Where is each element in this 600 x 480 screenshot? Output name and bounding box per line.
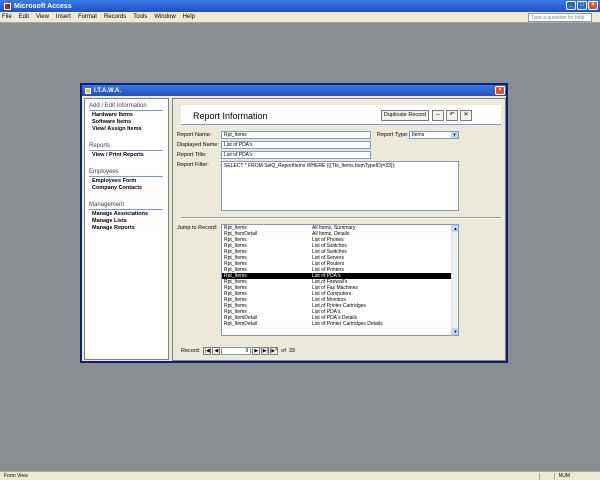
jump-to-record-label: Jump to Record: (177, 225, 218, 231)
sidebar: Add / Edit Information Hardware Items So… (84, 98, 169, 360)
sidebar-item-view-print-reports[interactable]: View / Print Reports (89, 152, 168, 159)
report-filter-label: Report Filter: (177, 162, 209, 168)
list-item[interactable]: Rpt_ItemDetail List of Printer Cartridges… (222, 321, 458, 327)
find-icon[interactable]: ⇔ (432, 110, 444, 121)
next-record-icon[interactable]: ▶ (252, 347, 261, 355)
report-name-label: Report Name: (177, 132, 212, 138)
report-title-field[interactable]: List of PDA's (221, 151, 371, 159)
status-bar: Form View NUM (0, 471, 600, 480)
displayed-name-field[interactable]: List of PDA's (221, 141, 371, 149)
sidebar-item-view-assign-items[interactable]: View/ Assign Items (89, 126, 168, 133)
list-item-report-name: Rpt_ItemDetail (224, 321, 258, 327)
last-record-icon[interactable]: ▶| (261, 347, 270, 355)
sidebar-group-add-edit: Add / Edit Information Hardware Items So… (85, 103, 168, 133)
menu-tools[interactable]: Tools (133, 14, 147, 20)
menu-insert[interactable]: Insert (56, 14, 71, 20)
report-name-field[interactable]: Rpt_Items (221, 131, 371, 139)
jump-to-record-list[interactable]: Rpt_Items All Items, Summary Rpt_ItemDetai… (221, 224, 459, 336)
scroll-up-icon[interactable]: ▲ (452, 225, 458, 232)
duplicate-record-button[interactable]: Duplicate Record (381, 110, 429, 121)
chevron-down-icon[interactable]: ▼ (451, 132, 458, 138)
sidebar-item-software-items[interactable]: Software Items (89, 119, 168, 126)
menu-view[interactable]: View (36, 14, 49, 20)
maximize-button[interactable]: □ (577, 1, 587, 10)
sidebar-item-manage-lists[interactable]: Manage Lists (89, 218, 168, 225)
delete-icon[interactable]: ✕ (460, 110, 472, 121)
displayed-name-label: Displayed Name: (177, 142, 219, 148)
prev-record-icon[interactable]: ◀ (212, 347, 221, 355)
status-separator (554, 473, 555, 480)
app-title: Microsoft Access (14, 2, 72, 10)
sidebar-item-hardware-items[interactable]: Hardware Items (89, 112, 168, 119)
menu-bar: File Edit View Insert Format Records Too… (0, 12, 600, 23)
report-title-label: Report Title: (177, 152, 207, 158)
sidebar-heading: Reports (89, 143, 163, 151)
sidebar-item-manage-reports[interactable]: Manage Reports (89, 225, 168, 232)
scroll-down-icon[interactable]: ▼ (452, 328, 458, 335)
new-record-icon[interactable]: ▶* (270, 347, 279, 355)
close-button[interactable]: × (588, 1, 598, 10)
report-info-panel: Report Information Duplicate Record ⇔ ↶ … (172, 98, 506, 361)
sidebar-group-management: Management Manage Associations Manage Li… (85, 202, 168, 232)
status-text: Form View (4, 473, 28, 479)
sidebar-item-company-contacts[interactable]: Company Contacts (89, 185, 168, 192)
report-type-select[interactable]: Items ▼ (409, 131, 459, 139)
list-scrollbar[interactable]: ▲ ▼ (451, 225, 458, 335)
menu-edit[interactable]: Edit (19, 14, 29, 20)
sidebar-heading: Add / Edit Information (89, 103, 163, 111)
itawa-form-window: I.T.A.W.A. × Add / Edit Information Hard… (80, 83, 508, 363)
page-title: Report Information (193, 111, 268, 121)
help-search-input[interactable]: Type a question for help (528, 13, 592, 22)
record-total: 33 (288, 348, 295, 354)
report-header: Report Information Duplicate Record ⇔ ↶ … (181, 105, 501, 125)
menu-window[interactable]: Window (154, 14, 175, 20)
form-title: I.T.A.W.A. (94, 87, 121, 94)
sidebar-heading: Employees (89, 169, 163, 177)
status-separator (539, 473, 540, 480)
sidebar-group-employees: Employees Employees Form Company Contact… (85, 169, 168, 192)
list-item-displayed-name: List of Printer Cartridges Details (312, 321, 383, 327)
first-record-icon[interactable]: |◀ (203, 347, 212, 355)
report-filter-textarea[interactable]: SELECT * FROM SelQ_ReportItems WHERE (((… (221, 161, 459, 211)
record-navigator: Record: |◀ ◀ 9 ▶ ▶| ▶* of 33 (173, 346, 507, 356)
menu-format[interactable]: Format (78, 14, 97, 20)
menu-records[interactable]: Records (104, 14, 126, 20)
sidebar-heading: Management (89, 202, 163, 210)
section-divider (181, 217, 501, 219)
app-title-bar: Microsoft Access _ □ × (0, 0, 600, 12)
form-close-button[interactable]: × (495, 86, 505, 95)
menu-file[interactable]: File (2, 14, 12, 20)
sidebar-group-reports: Reports View / Print Reports (85, 143, 168, 159)
sidebar-item-employees-form[interactable]: Employees Form (89, 178, 168, 185)
form-icon (85, 87, 91, 94)
report-type-label: Report Type: (377, 132, 409, 138)
undo-icon[interactable]: ↶ (446, 110, 458, 121)
num-lock-indicator: NUM (558, 473, 570, 479)
minimize-button[interactable]: _ (566, 1, 576, 10)
sidebar-item-manage-associations[interactable]: Manage Associations (89, 211, 168, 218)
record-label: Record: (181, 348, 201, 354)
current-record-field[interactable]: 9 (221, 347, 252, 355)
access-app-icon (4, 2, 11, 10)
report-type-value: Items (412, 132, 425, 138)
menu-help[interactable]: Help (183, 14, 195, 20)
form-title-bar: I.T.A.W.A. (82, 85, 506, 96)
record-of-label: of (281, 348, 286, 354)
